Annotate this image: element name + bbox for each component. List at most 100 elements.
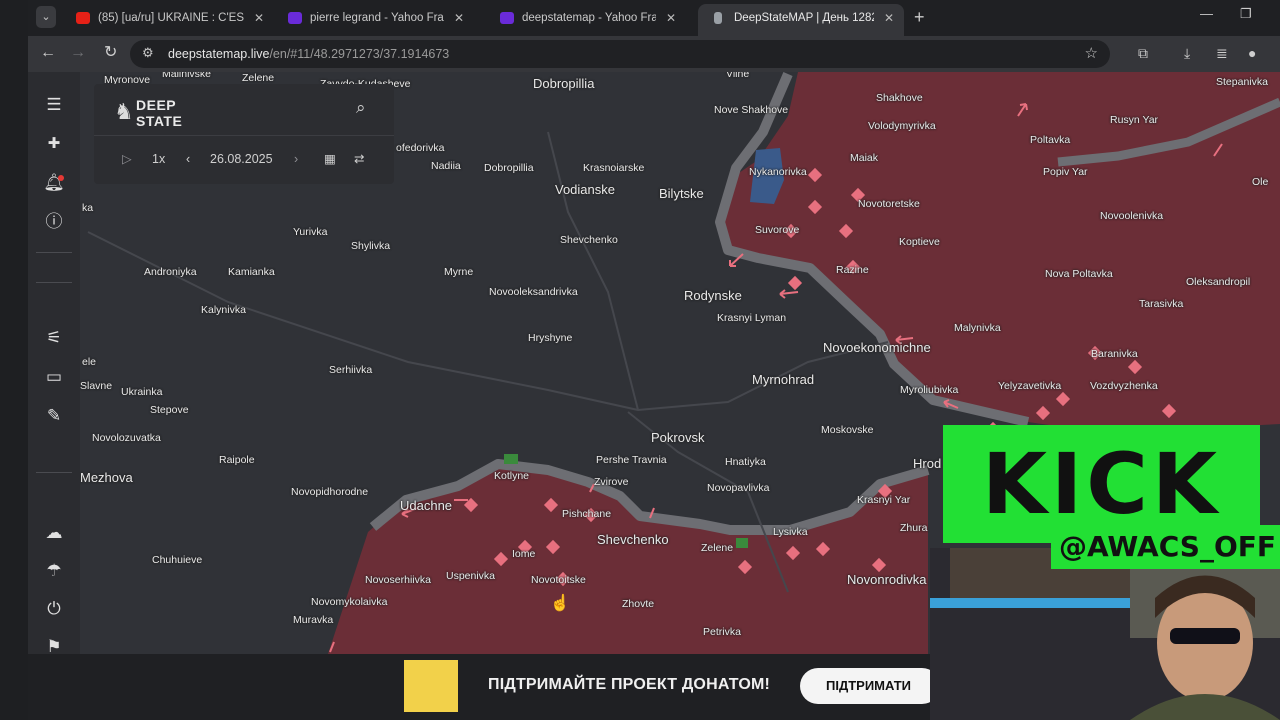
new-tab-icon[interactable]: +	[914, 6, 925, 28]
sidebar-divider	[36, 252, 72, 253]
place-label: Pershe Travnia	[596, 454, 667, 466]
place-label: Uspenivka	[446, 570, 496, 582]
media-control-icon[interactable]: ≣	[1216, 45, 1228, 62]
cloud-icon[interactable]: ☁	[42, 522, 66, 544]
place-label: Zhura	[900, 522, 928, 534]
tab-title: (85) [ua/ru] UKRAINE : C'EST LE	[98, 12, 244, 24]
place-label: Stepanivka	[1216, 76, 1268, 88]
close-icon[interactable]: ✕	[454, 4, 464, 32]
place-label: Serhiivka	[329, 364, 373, 376]
place-label: Malinivske	[162, 72, 212, 80]
reload-icon[interactable]: ↻	[104, 44, 117, 62]
speed-toggle[interactable]: 1x	[152, 150, 165, 168]
notifications-bell-icon[interactable]: 🔔︎	[42, 172, 66, 194]
restore-icon[interactable]: ❐	[1240, 6, 1252, 22]
url-host: deepstatemap.live	[168, 47, 270, 61]
deepstate-logo[interactable]: ♞ DEEP STATE	[114, 96, 194, 132]
knight-icon: ♞	[114, 99, 134, 124]
sidebar-divider	[36, 472, 72, 473]
place-label: Androniyka	[144, 266, 197, 278]
place-label: Bilytske	[659, 186, 704, 201]
notification-dot	[58, 175, 64, 181]
place-label: Volodymyrivka	[868, 120, 936, 132]
place-label: Vozdvyzhenka	[1090, 380, 1158, 392]
ruler-icon[interactable]: ▭	[42, 366, 66, 388]
menu-icon[interactable]: ☰	[42, 94, 66, 116]
close-icon[interactable]: ✕	[254, 4, 264, 32]
place-label: Baranivka	[1091, 348, 1138, 360]
kick-handle-text: @AWACS_OFF	[1051, 525, 1280, 569]
youtube-icon	[76, 12, 90, 24]
place-label: Novoserhiivka	[365, 574, 431, 586]
back-icon[interactable]: ←	[40, 44, 56, 62]
site-info-icon[interactable]: ⚙	[142, 45, 154, 61]
draw-pen-icon[interactable]: ✎	[42, 405, 66, 427]
place-label: Nykanorivka	[749, 166, 807, 178]
tab-title: deepstatemap - Yahoo France R	[522, 12, 656, 24]
place-label: Yurivka	[293, 226, 328, 238]
tab-search-icon[interactable]: ⌄	[36, 6, 56, 28]
place-label: Novomykolaivka	[311, 596, 388, 608]
play-icon[interactable]: ▷	[122, 150, 132, 168]
place-label: Chuhuieve	[152, 554, 203, 566]
profile-icon[interactable]: ●	[1248, 45, 1256, 61]
prev-date-icon[interactable]: ‹	[186, 150, 190, 168]
tab-deepstatemap[interactable]: DeepStateMAP | День 1282 | М ✕	[698, 4, 904, 36]
next-date-icon[interactable]: ›	[294, 150, 298, 168]
place-label: ele	[82, 356, 97, 368]
place-label: Novoekonomichne	[823, 340, 931, 355]
power-icon[interactable]: ⏻	[42, 598, 66, 620]
tab-title: DeepStateMAP | День 1282 | М	[734, 12, 874, 24]
place-label: Raipole	[219, 454, 255, 466]
place-label: Oleksandropil	[1186, 276, 1251, 288]
calendar-icon[interactable]: ▦	[324, 150, 336, 168]
place-label: Maiak	[850, 152, 879, 164]
search-icon[interactable]: ⌕	[356, 98, 366, 118]
place-label: Koptieve	[899, 236, 940, 248]
address-bar[interactable]: ⚙ deepstatemap.live/en/#11/48.2971273/37…	[130, 40, 1110, 68]
place-label: Rodynske	[684, 288, 742, 303]
language-flag-icon[interactable]: ✚	[42, 133, 66, 155]
compare-icon[interactable]: ⇄	[354, 150, 364, 168]
url-path: /en/#11/48.2971273/37.1914673	[269, 47, 450, 61]
support-icon[interactable]: ⚑	[42, 636, 66, 654]
place-label: Rusyn Yar	[1110, 114, 1159, 126]
place-label: Vilne	[726, 72, 750, 80]
donate-button[interactable]: ПІДТРИМАТИ	[800, 668, 940, 704]
browser-toolbar: ← → ↻ ⚙ deepstatemap.live/en/#11/48.2971…	[28, 36, 1280, 72]
tab-youtube[interactable]: (85) [ua/ru] UKRAINE : C'EST LE ✕	[62, 4, 274, 36]
place-label: Popiv Yar	[1043, 166, 1088, 178]
bookmark-star-icon[interactable]: ☆	[1085, 44, 1098, 62]
mouse-cursor-icon: ☝	[550, 595, 570, 612]
place-label: Muravka	[293, 614, 334, 626]
place-label: Novotoretske	[858, 198, 920, 210]
browser-tab-bar: ⌄ (85) [ua/ru] UKRAINE : C'EST LE ✕ pier…	[28, 0, 1280, 36]
place-label: Nova Poltavka	[1045, 268, 1113, 280]
tab-yahoo-2[interactable]: deepstatemap - Yahoo France R ✕	[486, 4, 686, 36]
place-label: Nadiia	[431, 160, 461, 172]
place-label: Slavne	[80, 380, 113, 392]
place-label: Novolozuvatka	[92, 432, 161, 444]
tab-yahoo-1[interactable]: pierre legrand - Yahoo France R ✕	[274, 4, 474, 36]
place-label: Nove Shakhove	[714, 104, 789, 116]
place-label: Petrivka	[703, 626, 741, 638]
weather-icon[interactable]: ☂	[42, 560, 66, 582]
close-icon[interactable]: ✕	[884, 4, 894, 32]
place-label: Krasnyi Yar	[857, 494, 911, 506]
extensions-icon[interactable]: ⧉	[1138, 45, 1148, 62]
download-icon[interactable]: ⤓	[1184, 45, 1190, 62]
minimize-icon[interactable]: —	[1200, 6, 1213, 21]
place-label: Novoolenivka	[1100, 210, 1164, 222]
place-label: Novopidhorodne	[291, 486, 369, 498]
filters-icon[interactable]: ⚟	[42, 327, 66, 349]
place-label: Razine	[836, 264, 869, 276]
forward-icon[interactable]: →	[70, 44, 86, 62]
date-display[interactable]: 26.08.2025	[210, 150, 273, 168]
close-icon[interactable]: ✕	[666, 4, 676, 32]
place-label: Zhovte	[622, 598, 655, 610]
info-icon[interactable]: ⓘ	[42, 211, 66, 233]
place-label: Dobropillia	[484, 162, 534, 174]
yahoo-icon	[288, 12, 302, 24]
place-label: Vodianske	[555, 182, 615, 197]
place-label: Yelyzavetivka	[998, 380, 1062, 392]
